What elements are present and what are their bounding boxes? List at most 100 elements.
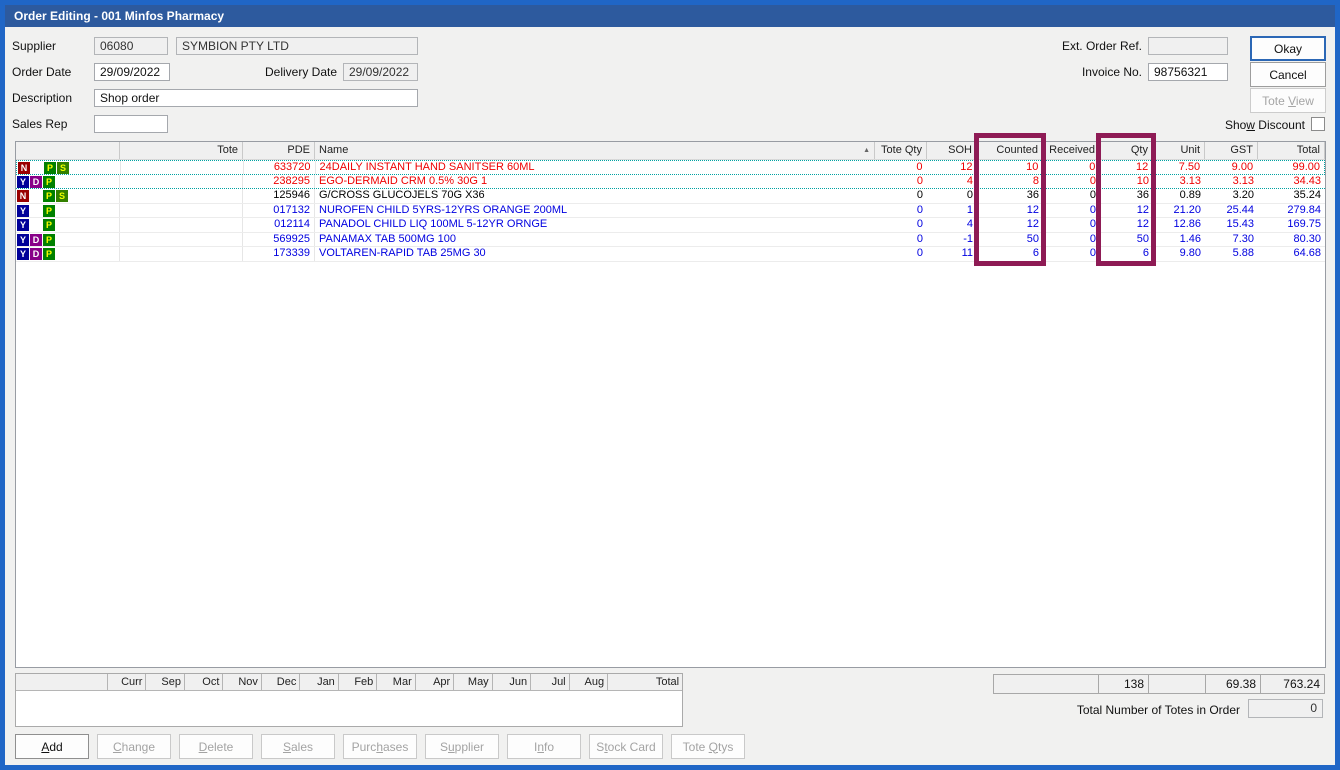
flag-P-icon: P bbox=[43, 233, 55, 246]
tote-view-button[interactable]: Tote View bbox=[1250, 88, 1326, 113]
window-title: Order Editing - 001 Minfos Pharmacy bbox=[14, 9, 225, 23]
titlebar[interactable]: Order Editing - 001 Minfos Pharmacy bbox=[5, 5, 1335, 27]
col-header-soh[interactable]: SOH bbox=[927, 142, 977, 159]
col-header-counted[interactable]: Counted bbox=[977, 142, 1043, 159]
cell-unit: 7.50 bbox=[1178, 161, 1201, 173]
cell-counted: 12 bbox=[1026, 218, 1039, 230]
cell-total: 169.75 bbox=[1287, 218, 1321, 230]
supplier-name-field[interactable] bbox=[176, 37, 418, 55]
cell-tote bbox=[121, 161, 244, 174]
flag-P-icon: P bbox=[43, 248, 55, 260]
order-date-field[interactable] bbox=[94, 63, 170, 81]
cell-name: 24DAILY INSTANT HAND SANITSER 60ML bbox=[319, 161, 535, 173]
show-discount-checkbox[interactable] bbox=[1311, 117, 1325, 131]
col-header-gst[interactable]: GST bbox=[1205, 142, 1258, 159]
table-row[interactable]: Y P 012114 PANADOL CHILD LIQ 100ML 5-12YR O… bbox=[16, 218, 1325, 233]
stock-card-button[interactable]: Stock Card bbox=[589, 734, 663, 759]
cell-total: 99.00 bbox=[1292, 161, 1320, 173]
invoice-no-label: Invoice No. bbox=[1081, 65, 1142, 79]
flag-N-icon: N bbox=[18, 162, 30, 174]
cell-counted: 50 bbox=[1026, 232, 1039, 245]
col-header-name[interactable]: Name ▲ bbox=[315, 142, 875, 159]
flag-slot: Y bbox=[17, 233, 30, 247]
ext-order-ref-field[interactable] bbox=[1148, 37, 1228, 55]
month-tab-blank bbox=[16, 674, 108, 691]
totals-cell-spacer-2 bbox=[1149, 675, 1206, 693]
month-tab-aug: Aug bbox=[569, 674, 609, 691]
cell-received: 0 bbox=[1089, 247, 1096, 259]
cell-unit: 12.86 bbox=[1173, 218, 1201, 230]
totes-in-order-value: 0 bbox=[1248, 699, 1323, 718]
cell-gst: 3.20 bbox=[1232, 189, 1254, 201]
col-header-total[interactable]: Total bbox=[1258, 142, 1325, 159]
table-row[interactable]: Y D P 569925 PANAMAX TAB 500MG 100 0 -1 50 0 50 1.… bbox=[16, 232, 1325, 247]
cell-received: 0 bbox=[1089, 189, 1096, 201]
ext-order-ref-label: Ext. Order Ref. bbox=[1061, 39, 1142, 53]
flag-slot bbox=[30, 218, 43, 232]
flag-slot: Y bbox=[17, 204, 30, 218]
tote-qtys-button[interactable]: Tote Qtys bbox=[671, 734, 745, 759]
month-tab-nov: Nov bbox=[223, 674, 262, 691]
cell-pde: 633720 bbox=[244, 161, 316, 174]
cell-pde: 017132 bbox=[243, 203, 315, 217]
description-field[interactable] bbox=[94, 89, 418, 107]
flag-D-icon: D bbox=[30, 233, 42, 246]
cell-received: 0 bbox=[1089, 161, 1096, 173]
description-label: Description bbox=[12, 91, 73, 105]
table-row[interactable]: Y D P 238295 EGO-DERMAID CRM 0.5% 30G 1 0 4 8 0 1… bbox=[16, 174, 1325, 189]
cell-total: 279.84 bbox=[1287, 203, 1321, 216]
cell-tote-qty: 0 bbox=[916, 232, 923, 245]
month-tab-feb: Feb bbox=[338, 674, 378, 691]
table-row[interactable]: N P S 633720 24DAILY INSTANT HAND SANITSER 6… bbox=[16, 160, 1325, 175]
purchases-button[interactable]: Purchases bbox=[343, 734, 417, 759]
table-row[interactable]: N P S 125946 G/CROSS GLUCOJELS 70G X36 0 0 36 0 3… bbox=[16, 189, 1325, 204]
cell-qty: 10 bbox=[1136, 174, 1149, 187]
month-tab-total: Total bbox=[608, 674, 683, 691]
cell-tote-qty: 0 bbox=[916, 189, 923, 201]
totals-cell-gst-total: 69.38 bbox=[1206, 675, 1261, 693]
cell-unit: 0.89 bbox=[1179, 189, 1201, 201]
table-row[interactable]: Y P 017132 NUROFEN CHILD 5YRS-12YRS ORANGE … bbox=[16, 203, 1325, 218]
okay-button[interactable]: Okay bbox=[1250, 36, 1326, 61]
flag-slot bbox=[56, 175, 69, 189]
change-button[interactable]: Change bbox=[97, 734, 171, 759]
cell-name: PANADOL CHILD LIQ 100ML 5-12YR ORNGE bbox=[319, 218, 548, 230]
supplier-button[interactable]: Supplier bbox=[425, 734, 499, 759]
flag-slot bbox=[56, 218, 69, 232]
month-tab-jul: Jul bbox=[531, 674, 570, 691]
delete-button[interactable]: Delete bbox=[179, 734, 253, 759]
cell-flags: YDP bbox=[16, 247, 120, 261]
month-history-panel: Curr Sep Oct Nov Dec Jan Feb Mar Apr May Jun Jul Aug… bbox=[15, 673, 683, 727]
cell-soh: 11 bbox=[961, 247, 973, 259]
delivery-date-field[interactable] bbox=[343, 63, 418, 81]
col-header-tote[interactable]: Tote bbox=[120, 142, 243, 159]
month-tab-may: May bbox=[454, 674, 493, 691]
col-header-pde[interactable]: PDE bbox=[243, 142, 315, 159]
cancel-button[interactable]: Cancel bbox=[1250, 62, 1326, 87]
flag-slot bbox=[56, 247, 69, 261]
flag-Y-icon: Y bbox=[17, 233, 29, 246]
cell-qty: 36 bbox=[1136, 189, 1149, 201]
col-header-received[interactable]: Received bbox=[1043, 142, 1100, 159]
invoice-no-field[interactable] bbox=[1148, 63, 1228, 81]
cell-received: 0 bbox=[1089, 218, 1096, 230]
cell-total: 80.30 bbox=[1293, 232, 1321, 245]
cell-tote bbox=[120, 247, 243, 261]
col-header-flags[interactable] bbox=[16, 142, 120, 159]
flag-P-icon: P bbox=[43, 204, 55, 217]
cell-soh: 1 bbox=[966, 203, 973, 216]
flag-slot bbox=[31, 161, 44, 174]
col-header-unit[interactable]: Unit bbox=[1153, 142, 1205, 159]
info-button[interactable]: Info bbox=[507, 734, 581, 759]
cell-qty: 12 bbox=[1136, 203, 1149, 216]
col-header-qty[interactable]: Qty bbox=[1100, 142, 1153, 159]
sales-rep-field[interactable] bbox=[94, 115, 168, 133]
col-header-tote-qty[interactable]: Tote Qty bbox=[875, 142, 927, 159]
cell-flags: YDP bbox=[16, 174, 120, 189]
table-row[interactable]: Y D P 173339 VOLTAREN-RAPID TAB 25MG 30 0 11 6 0… bbox=[16, 247, 1325, 262]
footer-button-bar: Add Change Delete Sales Purchases Supplier Inf… bbox=[15, 734, 745, 759]
supplier-code-field[interactable] bbox=[94, 37, 168, 55]
supplier-label: Supplier bbox=[12, 39, 57, 53]
add-button[interactable]: Add bbox=[15, 734, 89, 759]
sales-button[interactable]: Sales bbox=[261, 734, 335, 759]
